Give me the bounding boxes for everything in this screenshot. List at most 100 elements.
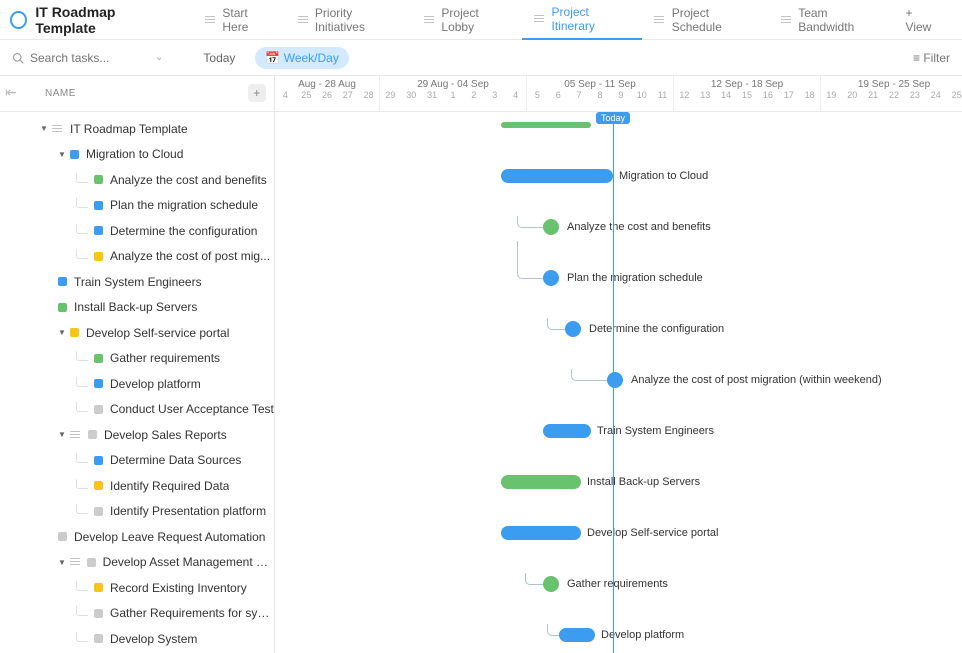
gantt-bar[interactable] (559, 628, 595, 642)
tree-row[interactable]: Identify Required Data (0, 473, 274, 499)
caret-icon[interactable]: ▼ (58, 558, 66, 567)
date-header: Aug - 28 Aug42526272829 Aug - 04 Sep2930… (275, 76, 962, 112)
gantt-bar[interactable] (543, 219, 559, 235)
tree-row[interactable]: Conduct User Acceptance Test (0, 397, 274, 423)
task-label: Train System Engineers (74, 275, 202, 289)
week-block: 05 Sep - 11 Sep567891011 (527, 76, 674, 111)
tab-label: Team Bandwidth (798, 6, 881, 34)
task-list-panel: ⇤ NAME + ▼IT Roadmap Template▼Migration … (0, 76, 275, 653)
week-label: 05 Sep - 11 Sep (527, 76, 673, 90)
gantt-bar[interactable] (543, 576, 559, 592)
chevron-down-icon[interactable]: ⌄ (155, 52, 163, 63)
tree-row[interactable]: ▼Develop Self-service portal (0, 320, 274, 346)
task-label: Record Existing Inventory (110, 581, 247, 595)
gantt-row: Analyze the cost and benefits (275, 214, 962, 240)
gantt-row: Analyze the cost of post migration (with… (275, 367, 962, 393)
week-label: 29 Aug - 04 Sep (380, 76, 526, 90)
day-cell: 28 (358, 90, 379, 100)
list-icon (205, 15, 216, 25)
tree-row[interactable]: Train System Engineers (0, 269, 274, 295)
subtask-icon (76, 351, 88, 361)
tab-label: Project Itinerary (552, 5, 631, 33)
task-label: IT Roadmap Template (70, 122, 188, 136)
task-label: Determine Data Sources (110, 453, 241, 467)
tree-row[interactable]: ▼Migration to Cloud (0, 142, 274, 168)
tree-row[interactable]: Plan the migration schedule (0, 193, 274, 219)
tree-row[interactable]: Determine Data Sources (0, 448, 274, 474)
day-cell: 9 (610, 90, 631, 100)
day-cell: 14 (716, 90, 737, 100)
caret-icon[interactable]: ▼ (58, 430, 66, 439)
task-label: Develop Asset Management System (103, 555, 274, 569)
tree-row[interactable]: Gather Requirements for syst... (0, 601, 274, 627)
task-label: Gather requirements (110, 351, 220, 365)
gantt-label: Analyze the cost of post migration (with… (631, 374, 882, 386)
status-square (70, 328, 79, 337)
caret-icon[interactable]: ▼ (40, 124, 48, 133)
tree-row[interactable]: Install Back-up Servers (0, 295, 274, 321)
tab-priority-initiatives[interactable]: Priority Initiatives (286, 0, 412, 40)
subtask-icon (76, 504, 88, 514)
status-square (94, 175, 103, 184)
toolbar: ⌄ Today 📅 Week/Day ≡ Filter (0, 40, 962, 76)
status-square (58, 532, 67, 541)
gantt-bar[interactable] (501, 122, 591, 128)
gantt-bar[interactable] (565, 321, 581, 337)
subtask-icon (76, 402, 88, 412)
gantt-bar[interactable] (501, 169, 613, 183)
tree-row[interactable]: Develop Leave Request Automation (0, 524, 274, 550)
list-icon (70, 557, 81, 567)
list-icon (298, 15, 309, 25)
tree-row[interactable]: Identify Presentation platform (0, 499, 274, 525)
collapse-handle-icon[interactable]: ⇤ (2, 84, 20, 101)
list-icon (534, 14, 545, 24)
today-line (613, 112, 614, 653)
tab-project-lobby[interactable]: Project Lobby (412, 0, 522, 40)
tab-start-here[interactable]: Start Here (193, 0, 286, 40)
tab-project-schedule[interactable]: Project Schedule (642, 0, 769, 40)
caret-icon[interactable]: ▼ (58, 328, 66, 337)
tab-project-itinerary[interactable]: Project Itinerary (522, 0, 642, 40)
caret-icon[interactable]: ▼ (58, 150, 66, 159)
dependency-line (517, 241, 547, 279)
gantt-bar[interactable] (543, 424, 591, 438)
task-label: Analyze the cost and benefits (110, 173, 267, 187)
tree-row[interactable]: Gather requirements (0, 346, 274, 372)
subtask-icon (76, 479, 88, 489)
day-cell: 10 (631, 90, 652, 100)
gantt-bar[interactable] (501, 526, 581, 540)
tree-row[interactable]: Develop platform (0, 371, 274, 397)
tree-row[interactable]: Analyze the cost and benefits (0, 167, 274, 193)
status-square (88, 430, 97, 439)
day-cell: 6 (548, 90, 569, 100)
tree-row[interactable]: ▼Develop Sales Reports (0, 422, 274, 448)
gantt-label: Install Back-up Servers (587, 476, 700, 488)
tree-row[interactable]: Develop System (0, 626, 274, 652)
task-label: Develop platform (110, 377, 201, 391)
gantt-row: Develop Self-service portal (275, 520, 962, 546)
gantt-bar[interactable] (607, 372, 623, 388)
day-cell: 2 (463, 90, 484, 100)
task-label: Analyze the cost of post mig... (110, 249, 270, 263)
today-button[interactable]: Today (193, 47, 245, 69)
add-task-button[interactable]: + (248, 84, 266, 102)
add-view-button[interactable]: + View (894, 0, 952, 40)
gantt-bar[interactable] (543, 270, 559, 286)
tree-row[interactable]: ▼ IT Roadmap Template (0, 116, 274, 142)
tree-row[interactable]: Determine the configuration (0, 218, 274, 244)
filter-button[interactable]: ≡ Filter (913, 51, 950, 65)
tree-row[interactable]: Analyze the cost of post mig... (0, 244, 274, 270)
tree-row[interactable]: ▼ Develop Asset Management System (0, 550, 274, 576)
week-block: 29 Aug - 04 Sep2930311234 (380, 76, 527, 111)
tree-row[interactable]: Record Existing Inventory (0, 575, 274, 601)
task-label: Install Back-up Servers (74, 300, 197, 314)
search-input[interactable] (30, 51, 150, 65)
dependency-line (571, 369, 611, 381)
tab-team-bandwidth[interactable]: Team Bandwidth (769, 0, 894, 40)
day-cell: 3 (484, 90, 505, 100)
day-cell: 30 (401, 90, 422, 100)
gantt-bar[interactable] (501, 475, 581, 489)
status-square (94, 507, 103, 516)
search-icon (12, 52, 24, 64)
week-day-toggle[interactable]: 📅 Week/Day (255, 47, 348, 69)
